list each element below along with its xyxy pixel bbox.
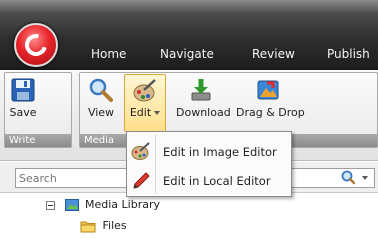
tree-node-files[interactable]: Files — [80, 217, 127, 235]
chevron-down-icon — [154, 111, 161, 115]
media-tree: Media Library Files — [0, 192, 378, 246]
search-icon — [341, 170, 368, 185]
download-icon — [191, 79, 211, 101]
drag-drop-label: Drag & Drop — [236, 106, 305, 119]
edit-label: Edit — [129, 106, 152, 119]
tab-review[interactable]: Review — [252, 47, 295, 61]
download-label: Download — [176, 106, 231, 119]
menu-item-label: Edit in Image Editor — [163, 145, 277, 159]
pencil-icon — [133, 172, 150, 189]
media-library-icon — [64, 199, 79, 211]
menu-item-label: Edit in Local Editor — [163, 174, 271, 188]
image-upload-icon — [257, 80, 279, 100]
app-logo-icon — [20, 29, 52, 61]
collapse-toggle-icon[interactable] — [46, 200, 55, 210]
tab-navigate[interactable]: Navigate — [160, 47, 214, 61]
magnifier-icon — [89, 78, 113, 102]
paint-palette-icon — [131, 142, 150, 160]
save-button[interactable]: Save — [9, 77, 37, 119]
edit-dropdown-button[interactable]: Edit — [124, 74, 166, 132]
save-icon — [11, 78, 35, 102]
menu-item-edit-in-image-editor[interactable]: Edit in Image Editor — [127, 138, 291, 166]
view-label: View — [87, 106, 115, 119]
tab-publish[interactable]: Publish — [327, 47, 370, 61]
download-button[interactable]: Download — [176, 77, 231, 119]
edit-dropdown-menu: Edit in Image Editor Edit in Local Edito… — [126, 131, 292, 197]
paint-palette-icon — [133, 79, 156, 102]
tab-home[interactable]: Home — [91, 47, 126, 61]
tree-node-label: Files — [102, 219, 127, 232]
folder-icon — [80, 221, 96, 232]
save-label: Save — [9, 106, 37, 119]
search-button[interactable] — [338, 170, 372, 186]
title-bar: Home Navigate Review Publish — [0, 0, 378, 70]
tree-node-label: Media Library — [85, 198, 160, 211]
view-button[interactable]: View — [86, 77, 116, 119]
menu-item-edit-in-local-editor[interactable]: Edit in Local Editor — [127, 167, 291, 195]
app-menu-button[interactable] — [14, 23, 58, 67]
group-label-write: Write — [5, 134, 71, 147]
tree-node-media-library[interactable]: Media Library — [46, 196, 160, 214]
drag-drop-button[interactable]: Drag & Drop — [236, 77, 305, 119]
ribbon-group-write: Save Write — [4, 72, 72, 148]
